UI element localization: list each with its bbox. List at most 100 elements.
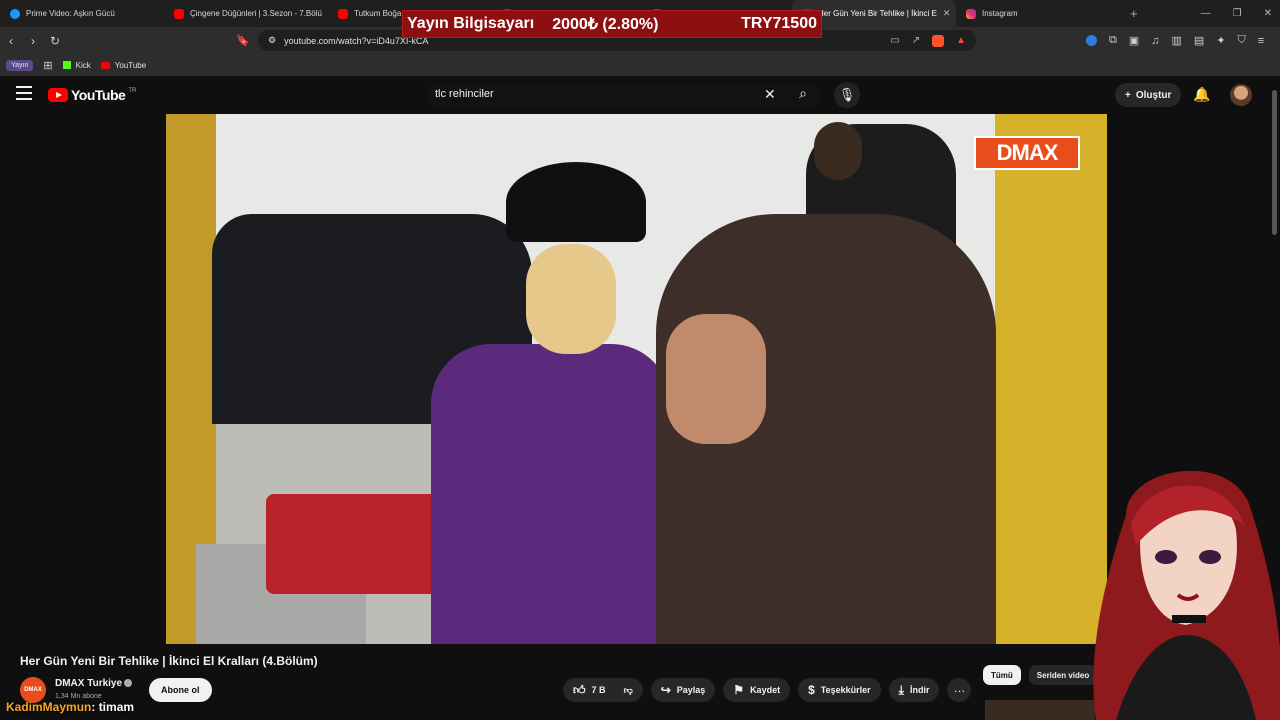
subscriber-count: 1,34 Mn abone: [55, 693, 102, 700]
forward-icon[interactable]: ›: [22, 34, 44, 48]
extension-icon[interactable]: [1086, 35, 1097, 46]
site-info-icon[interactable]: ⚙: [268, 35, 276, 46]
share-label: Paylaş: [676, 685, 706, 695]
vtuber-avatar-image: [1093, 470, 1280, 720]
kick-icon: [62, 61, 71, 69]
cast-icon[interactable]: ▭: [890, 35, 899, 47]
tab-label: Instagram: [982, 9, 1018, 18]
ai-icon[interactable]: ✦: [1216, 34, 1225, 47]
window-controls: — ❐ ✕: [1201, 0, 1272, 27]
bookmarks-bar: Yayın ⊞ Kick YouTube: [0, 54, 1280, 76]
chat-username: KadimMaymun: [6, 700, 92, 714]
related-filter-chips: Tümü Seriden video: [983, 665, 1098, 685]
country-code: TR: [128, 88, 137, 94]
search-box[interactable]: tlc rehinciler ✕ ⌕: [425, 82, 821, 108]
search-input[interactable]: tlc rehinciler: [435, 88, 494, 100]
clear-search-icon[interactable]: ✕: [764, 86, 776, 103]
rewards-icon[interactable]: ▲: [956, 35, 966, 47]
channel-name[interactable]: DMAX Turkiye: [55, 678, 122, 689]
tab-label: Tutkum Boğa: [354, 9, 402, 18]
chip-all[interactable]: Tümü: [983, 665, 1021, 685]
bookmark-label: YouTube: [114, 60, 147, 70]
menu-icon[interactable]: ≡: [1258, 35, 1264, 47]
instagram-icon: [966, 8, 976, 19]
account-avatar[interactable]: [1230, 84, 1252, 106]
share-icon: ↪: [660, 683, 671, 697]
bookmark-youtube[interactable]: YouTube: [100, 60, 147, 70]
tab-label: Çingene Düğünleri | 3.Sezon - 7.Bölü: [190, 9, 322, 18]
notifications-bell-icon[interactable]: 🔔: [1193, 86, 1210, 103]
video-woman-blonde-head: [526, 244, 616, 354]
more-actions-icon[interactable]: …: [947, 678, 972, 702]
thumbs-up-icon: 👍︎: [573, 682, 586, 697]
close-icon[interactable]: ✕: [943, 8, 951, 19]
video-man-head: [814, 122, 862, 180]
video-player[interactable]: DMAX: [166, 114, 1107, 644]
page-scrollbar[interactable]: [1272, 90, 1277, 235]
search-icon[interactable]: ⌕: [790, 85, 816, 102]
stream-chat-message: KadimMaymun: timam: [6, 700, 134, 714]
youtube-logo[interactable]: YouTube TR: [48, 87, 136, 103]
stream-donation-banner: Yayın Bilgisayarı 2000₺ (2.80%) TRY71500: [402, 10, 822, 38]
video-woman-purple: [431, 344, 671, 644]
prime-video-icon: [10, 8, 20, 19]
related-video-thumbnail[interactable]: [985, 700, 1095, 720]
banner-change: 2000₺ (2.80%): [552, 16, 659, 33]
puzzle-icon[interactable]: ⧉: [1109, 34, 1117, 47]
plus-icon: +: [1125, 89, 1131, 101]
screen: Prime Video: Aşkın Gücü Çingene Düğünler…: [0, 0, 1280, 720]
bookmark-icon: ⚑: [733, 683, 745, 697]
wallet-icon[interactable]: ▤: [1194, 34, 1204, 47]
sidebar-icon[interactable]: ▥: [1172, 34, 1182, 47]
screenshot-icon[interactable]: ▣: [1129, 34, 1139, 47]
reload-icon[interactable]: ↻: [44, 34, 66, 48]
new-tab-icon[interactable]: +: [1130, 6, 1138, 21]
youtube-wordmark: YouTube: [71, 87, 126, 103]
window-close-icon[interactable]: ✕: [1264, 8, 1272, 19]
video-black-hat: [506, 162, 646, 242]
chat-text: : timam: [91, 700, 135, 714]
extensions-toolbar: ⧉ ▣ ♫ ▥ ▤ ✦ ⛉ ≡: [1086, 34, 1264, 47]
youtube-masthead: YouTube TR tlc rehinciler ✕ ⌕ 🎙 + Oluştu…: [0, 76, 1280, 114]
back-icon[interactable]: ‹: [0, 34, 22, 48]
brave-shields-icon[interactable]: [932, 34, 945, 47]
video-woman-face: [666, 314, 766, 444]
super-thanks-icon: $: [808, 683, 815, 697]
video-title: Her Gün Yeni Bir Tehlike | İkinci El Kra…: [20, 654, 318, 668]
bookmark-icon[interactable]: 🔖: [236, 34, 254, 47]
tab-instagram[interactable]: Instagram: [956, 0, 1120, 27]
vpn-icon[interactable]: ⛉: [1238, 34, 1246, 47]
thanks-button[interactable]: $ Teşekkürler: [798, 678, 881, 702]
tab-cingene-dugunleri[interactable]: Çingene Düğünleri | 3.Sezon - 7.Bölü: [164, 0, 328, 27]
dislike-icon[interactable]: 👎︎: [624, 685, 633, 696]
apps-grid-icon[interactable]: ⊞: [43, 59, 52, 72]
minimize-icon[interactable]: —: [1201, 8, 1211, 19]
download-label: İndir: [909, 685, 930, 695]
create-button[interactable]: + Oluştur: [1115, 83, 1182, 107]
share-icon[interactable]: ↗: [912, 35, 920, 47]
microphone-icon[interactable]: 🎙: [834, 82, 860, 108]
subscribe-button[interactable]: Abone ol: [149, 678, 212, 702]
youtube-icon: [174, 8, 184, 19]
like-count: 7 B: [591, 685, 606, 695]
save-button[interactable]: ⚑ Kaydet: [723, 678, 791, 702]
bookmark-folder[interactable]: Yayın: [6, 59, 34, 71]
restore-icon[interactable]: ❐: [1233, 8, 1242, 19]
tab-prime-video[interactable]: Prime Video: Aşkın Gücü: [0, 0, 164, 27]
download-button[interactable]: ⤓ İndir: [888, 678, 940, 702]
bookmark-kick[interactable]: Kick: [62, 60, 91, 70]
save-label: Kaydet: [750, 685, 781, 695]
hamburger-menu-icon[interactable]: [16, 86, 32, 100]
like-button[interactable]: 👍︎ 7 B 👎︎: [563, 678, 643, 702]
bookmark-label: Kick: [75, 60, 91, 70]
share-button[interactable]: ↪ Paylaş: [650, 678, 716, 702]
tab-label: Prime Video: Aşkın Gücü: [26, 9, 115, 18]
banner-total: TRY71500: [741, 15, 817, 32]
download-icon: ⤓: [898, 682, 904, 697]
dmax-channel-logo: DMAX: [974, 136, 1080, 170]
banner-label: Yayın Bilgisayarı: [407, 15, 535, 32]
tab-label: Her Gün Yeni Bir Tehlike | İkinci E: [818, 9, 937, 18]
verified-badge-icon: [124, 679, 132, 687]
music-icon[interactable]: ♫: [1151, 35, 1159, 47]
youtube-play-icon: [48, 88, 68, 102]
